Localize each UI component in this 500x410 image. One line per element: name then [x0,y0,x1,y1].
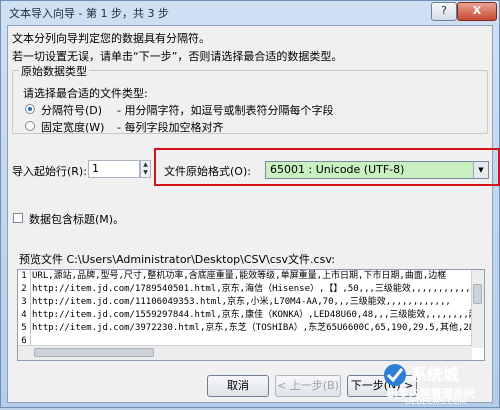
fixed-width-label[interactable]: 固定宽度(W) [41,119,104,135]
preview-row: http://item.jd.com/3972230.html,京东,东芝（TO… [32,323,472,333]
delimited-radio[interactable] [25,104,35,114]
watermark-domain: DEDECMS.COM [405,397,467,406]
file-origin-value: 65001 : Unicode (UTF-8) [270,163,405,176]
cancel-button[interactable]: 取消 [207,375,269,397]
line-number: 4 [21,310,27,320]
data-type-group: 原始数据类型 请选择最合适的文件类型: 分隔符号(D) - 用分隔字符，如逗号或… [12,63,488,135]
chevron-down-icon[interactable]: ▼ [473,162,488,178]
delimited-label[interactable]: 分隔符号(D) [41,102,102,118]
file-origin-select[interactable]: 65001 : Unicode (UTF-8) ▼ [265,161,489,179]
intro-line-2: 若一切设置无误，请单击“下一步”，否则请选择最合适的数据类型。 [12,50,343,63]
line-number: 5 [21,323,27,333]
help-button[interactable]: ? [431,2,457,21]
start-row-input[interactable]: 1 [88,160,140,178]
preview-rows: URL,源站,品牌,型号,尺寸,整机功率,含底座重量,能效等级,单屏重量,上市日… [32,270,472,348]
intro-line-1: 文本分列向导判定您的数据具有分隔符。 [12,32,210,45]
fixed-width-radio[interactable] [25,121,35,131]
preview-pane[interactable]: 1 2 3 4 5 6 URL,源站,品牌,型号,尺寸,整机功率,含底座重量,能… [17,269,485,361]
preview-vertical-scrollbar[interactable] [471,270,484,348]
preview-row: http://item.jd.com/1789540501.html,京东,海信… [32,284,472,294]
line-number: 1 [21,271,27,281]
back-button[interactable]: < 上一步(B) [275,375,341,397]
site-watermark: 系统城 织梦内容管理系统 DEDECMS.COM [381,357,499,407]
stepper-down-icon[interactable]: ▼ [141,169,150,177]
preview-row: http://item.jd.com/1559297844.html,京东,康佳… [32,310,472,320]
close-button[interactable]: X [457,2,497,21]
vertical-scroll-thumb[interactable] [473,284,482,304]
window-title: 文本导入向导 - 第 1 步，共 3 步 [9,7,169,20]
file-type-prompt: 请选择最合适的文件类型: [23,87,148,100]
start-row-label: 导入起始行(R): [12,165,87,178]
title-bar[interactable]: 文本导入向导 - 第 1 步，共 3 步 ? X [1,1,499,23]
preview-row: URL,源站,品牌,型号,尺寸,整机功率,含底座重量,能效等级,单屏重量,上市日… [32,271,447,281]
fixed-width-description: - 每列字段加空格对齐 [117,121,224,134]
delimited-description: - 用分隔字符，如逗号或制表符分隔每个字段 [117,104,334,117]
watermark-brand: 系统城 [411,365,460,384]
preview-row: http://item.jd.com/11106049353.html,京东,小… [32,297,451,307]
group-legend: 原始数据类型 [19,63,89,79]
dialog-window: 文本导入向导 - 第 1 步，共 3 步 ? X 文本分列向导判定您的数据具有分… [0,0,500,408]
headers-checkbox-label[interactable]: 数据包含标题(M)。 [29,211,124,227]
headers-checkbox[interactable] [13,213,23,223]
stepper-up-icon[interactable]: ▲ [141,161,150,169]
horizontal-scroll-thumb[interactable] [34,348,154,357]
line-number: 2 [21,284,27,294]
preview-line-numbers: 1 2 3 4 5 6 [18,270,31,348]
start-row-stepper[interactable]: ▲ ▼ [140,160,151,178]
line-number: 3 [21,297,27,307]
preview-label: 预览文件 C:\Users\Administrator\Desktop\CSV\… [19,253,335,266]
